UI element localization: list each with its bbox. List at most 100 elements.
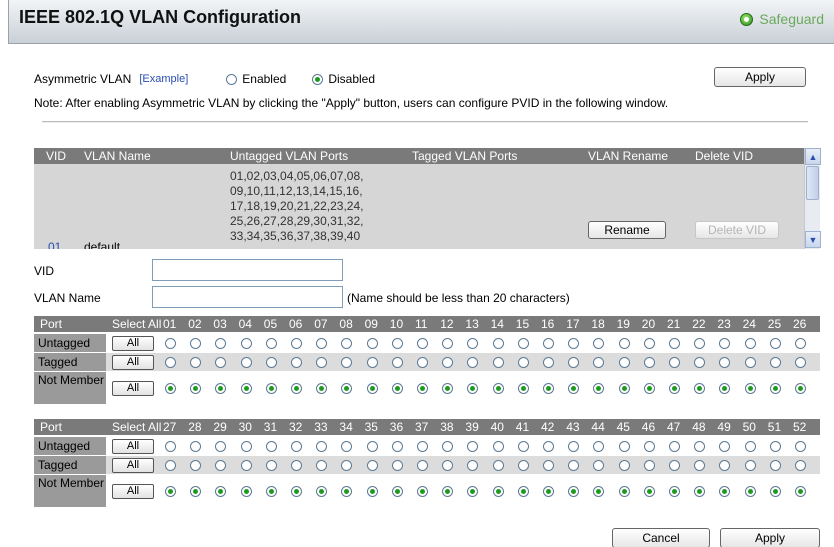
- port-radio[interactable]: [543, 440, 554, 452]
- port-radio[interactable]: [492, 440, 504, 452]
- disabled-radio[interactable]: [312, 73, 324, 85]
- port-radio[interactable]: [643, 440, 655, 452]
- port-radio[interactable]: [517, 459, 529, 471]
- port-radio[interactable]: [391, 485, 403, 497]
- cancel-button[interactable]: Cancel: [612, 528, 710, 547]
- port-radio[interactable]: [316, 440, 328, 452]
- port-radio[interactable]: [442, 356, 454, 368]
- port-radio[interactable]: [744, 440, 756, 452]
- port-radio[interactable]: [391, 382, 403, 394]
- port-radio[interactable]: [190, 459, 202, 471]
- port-radio[interactable]: [543, 356, 554, 368]
- vid-link[interactable]: 01: [48, 240, 61, 249]
- select-all-button[interactable]: All: [112, 380, 154, 396]
- port-radio[interactable]: [744, 337, 756, 349]
- port-radio[interactable]: [442, 485, 454, 497]
- port-radio[interactable]: [366, 356, 378, 368]
- port-radio[interactable]: [568, 337, 580, 349]
- port-radio[interactable]: [769, 485, 781, 497]
- port-radio[interactable]: [694, 382, 706, 394]
- port-radio[interactable]: [517, 356, 529, 368]
- port-radio[interactable]: [669, 440, 680, 452]
- port-radio[interactable]: [190, 485, 202, 497]
- port-radio[interactable]: [769, 459, 781, 471]
- port-radio[interactable]: [643, 337, 655, 349]
- port-radio[interactable]: [568, 459, 580, 471]
- port-radio[interactable]: [442, 459, 454, 471]
- port-radio[interactable]: [744, 485, 756, 497]
- vid-input[interactable]: [152, 259, 343, 281]
- port-radio[interactable]: [366, 382, 378, 394]
- port-radio[interactable]: [568, 440, 580, 452]
- port-radio[interactable]: [543, 337, 554, 349]
- port-radio[interactable]: [795, 337, 806, 349]
- port-radio[interactable]: [165, 440, 176, 452]
- port-radio[interactable]: [618, 337, 630, 349]
- port-radio[interactable]: [215, 356, 227, 368]
- select-all-button[interactable]: All: [112, 438, 154, 454]
- port-radio[interactable]: [669, 382, 680, 394]
- port-radio[interactable]: [417, 440, 428, 452]
- port-radio[interactable]: [568, 356, 580, 368]
- port-radio[interactable]: [190, 337, 202, 349]
- port-radio[interactable]: [769, 356, 781, 368]
- port-radio[interactable]: [744, 382, 756, 394]
- port-radio[interactable]: [568, 382, 580, 394]
- port-radio[interactable]: [618, 382, 630, 394]
- port-radio[interactable]: [417, 337, 428, 349]
- port-radio[interactable]: [366, 440, 378, 452]
- port-radio[interactable]: [341, 337, 353, 349]
- port-radio[interactable]: [492, 459, 504, 471]
- asymmetric-apply-button[interactable]: Apply: [714, 67, 806, 87]
- port-radio[interactable]: [795, 440, 806, 452]
- port-radio[interactable]: [417, 459, 428, 471]
- port-radio[interactable]: [517, 337, 529, 349]
- port-radio[interactable]: [517, 382, 529, 394]
- port-radio[interactable]: [618, 459, 630, 471]
- port-radio[interactable]: [643, 459, 655, 471]
- port-radio[interactable]: [795, 485, 806, 497]
- port-radio[interactable]: [719, 440, 731, 452]
- port-radio[interactable]: [265, 440, 277, 452]
- port-radio[interactable]: [366, 485, 378, 497]
- port-radio[interactable]: [618, 485, 630, 497]
- port-radio[interactable]: [643, 382, 655, 394]
- port-radio[interactable]: [190, 440, 202, 452]
- port-radio[interactable]: [190, 356, 202, 368]
- port-radio[interactable]: [543, 459, 554, 471]
- scroll-down-icon[interactable]: ▼: [805, 231, 821, 248]
- port-radio[interactable]: [165, 382, 176, 394]
- port-radio[interactable]: [719, 356, 731, 368]
- port-radio[interactable]: [215, 440, 227, 452]
- vlan-table-scrollbar[interactable]: ▲ ▼: [804, 148, 821, 249]
- port-radio[interactable]: [669, 356, 680, 368]
- port-radio[interactable]: [291, 440, 302, 452]
- vlan-name-input[interactable]: [152, 286, 343, 308]
- port-radio[interactable]: [669, 485, 680, 497]
- port-radio[interactable]: [341, 459, 353, 471]
- port-radio[interactable]: [593, 382, 605, 394]
- port-radio[interactable]: [366, 459, 378, 471]
- port-radio[interactable]: [391, 356, 403, 368]
- port-radio[interactable]: [719, 459, 731, 471]
- port-radio[interactable]: [694, 356, 706, 368]
- port-radio[interactable]: [341, 485, 353, 497]
- port-radio[interactable]: [769, 382, 781, 394]
- port-radio[interactable]: [391, 459, 403, 471]
- port-radio[interactable]: [240, 485, 252, 497]
- port-radio[interactable]: [618, 440, 630, 452]
- port-radio[interactable]: [165, 459, 176, 471]
- port-radio[interactable]: [593, 356, 605, 368]
- enabled-radio[interactable]: [226, 73, 238, 85]
- port-radio[interactable]: [442, 440, 454, 452]
- rename-button[interactable]: Rename: [588, 221, 666, 239]
- example-link[interactable]: [Example]: [139, 73, 188, 85]
- port-radio[interactable]: [265, 356, 277, 368]
- port-radio[interactable]: [265, 459, 277, 471]
- port-radio[interactable]: [795, 382, 806, 394]
- port-radio[interactable]: [517, 440, 529, 452]
- port-radio[interactable]: [240, 382, 252, 394]
- port-radio[interactable]: [240, 337, 252, 349]
- select-all-button[interactable]: All: [112, 335, 154, 351]
- port-radio[interactable]: [593, 485, 605, 497]
